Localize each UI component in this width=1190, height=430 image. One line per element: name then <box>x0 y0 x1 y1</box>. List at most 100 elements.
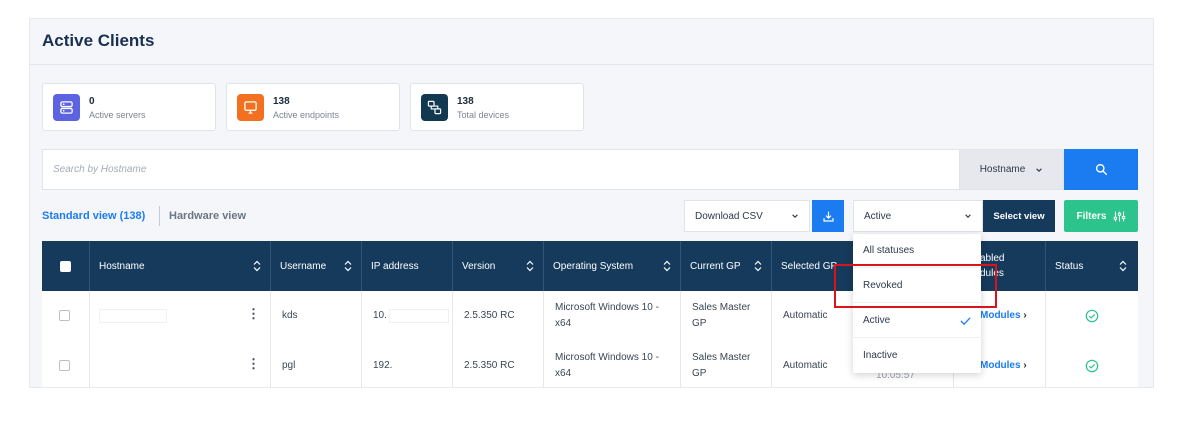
redacted-hostname <box>99 309 167 323</box>
search-icon <box>1095 163 1107 176</box>
download-csv-select[interactable]: Download CSV <box>684 200 810 232</box>
cell-operating-system: Microsoft Windows 10 - x64 <box>555 350 659 382</box>
check-circle-icon <box>1085 309 1099 323</box>
cell-selected-gp: Automatic <box>783 310 828 321</box>
server-icon <box>53 94 80 121</box>
download-icon <box>822 211 834 222</box>
status-option-all-statuses[interactable]: All statuses <box>853 234 981 268</box>
column-divider <box>1045 341 1046 387</box>
download-button[interactable] <box>812 200 844 232</box>
row-checkbox[interactable] <box>59 310 70 321</box>
column-header-operating-system[interactable]: Operating System <box>543 241 680 291</box>
column-divider <box>1045 291 1046 341</box>
status-filter-select[interactable]: Active <box>853 200 983 232</box>
gp-line: Sales Master <box>692 302 751 313</box>
column-divider <box>361 291 362 341</box>
chevron-right-icon: › <box>1023 360 1027 371</box>
active-clients-panel: Active Clients 0 Active servers 138 Acti… <box>29 18 1154 388</box>
cell-current-gp: Sales Master GP <box>692 300 750 332</box>
sort-icon[interactable] <box>663 260 671 272</box>
search-field-label: Hostname <box>979 164 1026 175</box>
status-option-active[interactable]: Active <box>853 304 981 338</box>
column-header-hostname[interactable]: Hostname <box>89 241 270 291</box>
more-options-icon[interactable]: ⋮ <box>247 306 260 322</box>
more-options-icon[interactable]: ⋮ <box>247 356 260 372</box>
check-icon <box>960 317 971 326</box>
column-divider <box>543 291 544 341</box>
stat-card-active-endpoints: 138 Active endpoints <box>226 83 400 131</box>
sliders-icon <box>1113 211 1125 221</box>
search-input[interactable] <box>42 149 960 190</box>
column-divider <box>361 341 362 387</box>
title-divider <box>30 64 1153 65</box>
sort-icon[interactable] <box>526 260 534 272</box>
status-option-inactive[interactable]: Inactive <box>853 338 981 372</box>
search-button[interactable] <box>1064 149 1138 190</box>
filters-button[interactable]: Filters <box>1064 200 1138 232</box>
os-line: x64 <box>555 368 572 379</box>
chevron-down-icon <box>1036 167 1043 172</box>
select-all-checkbox[interactable] <box>60 260 71 272</box>
stat-card-active-servers: 0 Active servers <box>42 83 216 131</box>
cell-username: pgl <box>282 360 296 371</box>
filters-label: Filters <box>1076 210 1107 222</box>
column-divider <box>270 291 271 341</box>
column-divider <box>771 291 772 341</box>
column-label: Operating System <box>553 260 634 272</box>
stat-value: 0 <box>89 96 95 107</box>
tab-standard-view[interactable]: Standard view (138) <box>42 210 145 222</box>
modules-link[interactable]: Modules › <box>980 358 1027 374</box>
redacted-ip <box>389 309 449 323</box>
column-label: abled <box>980 253 1005 264</box>
gp-line: Sales Master <box>692 352 751 363</box>
column-label: Hostname <box>99 260 145 272</box>
stat-label: Total devices <box>457 110 510 120</box>
view-divider <box>159 206 160 226</box>
cell-username: kds <box>282 310 298 321</box>
sort-icon[interactable] <box>344 260 352 272</box>
modules-link[interactable]: Modules › <box>980 308 1027 324</box>
column-divider <box>89 341 90 387</box>
select-all-cell <box>42 241 89 291</box>
column-label: Selected GP <box>781 260 838 272</box>
modules-link-label: Modules <box>980 310 1021 321</box>
monitor-icon <box>237 94 264 121</box>
cell-operating-system: Microsoft Windows 10 - x64 <box>555 300 659 332</box>
stat-card-total-devices: 138 Total devices <box>410 83 584 131</box>
row-checkbox[interactable] <box>59 360 70 371</box>
cell-ip-address: 192. <box>373 360 393 371</box>
stat-label: Active endpoints <box>273 110 340 120</box>
os-line: x64 <box>555 318 572 329</box>
column-label: Version <box>462 260 496 272</box>
column-divider <box>452 341 453 387</box>
stat-value: 138 <box>457 96 474 107</box>
chevron-down-icon <box>965 214 971 218</box>
os-line: Microsoft Windows 10 - <box>555 302 659 313</box>
cell-version: 2.5.350 RC <box>464 310 515 321</box>
select-view-button[interactable]: Select view <box>983 200 1055 232</box>
chevron-down-icon <box>792 214 798 218</box>
cell-selected-gp: Automatic <box>783 360 828 371</box>
column-divider <box>543 341 544 387</box>
column-label: Username <box>280 260 327 272</box>
sort-icon[interactable] <box>253 260 261 272</box>
column-divider <box>680 291 681 341</box>
stat-label: Active servers <box>89 110 146 120</box>
page-title: Active Clients <box>42 31 155 50</box>
search-field-select[interactable]: Hostname <box>959 149 1064 190</box>
stat-value: 138 <box>273 96 290 107</box>
column-divider <box>452 291 453 341</box>
status-filter-value: Active <box>864 210 892 222</box>
redacted-hostname <box>99 359 167 373</box>
cell-ip-address: 10. <box>373 310 387 321</box>
tab-hardware-view[interactable]: Hardware view <box>169 210 246 222</box>
cell-version: 2.5.350 RC <box>464 360 515 371</box>
sort-icon[interactable] <box>1119 260 1127 272</box>
column-label: Status <box>1055 260 1084 272</box>
sort-icon[interactable] <box>754 260 762 272</box>
check-circle-icon <box>1085 359 1099 373</box>
chevron-right-icon: › <box>1023 310 1027 321</box>
modules-link-label: Modules <box>980 360 1021 371</box>
column-header-ip-address[interactable]: IP address <box>361 241 452 291</box>
os-line: Microsoft Windows 10 - <box>555 352 659 363</box>
